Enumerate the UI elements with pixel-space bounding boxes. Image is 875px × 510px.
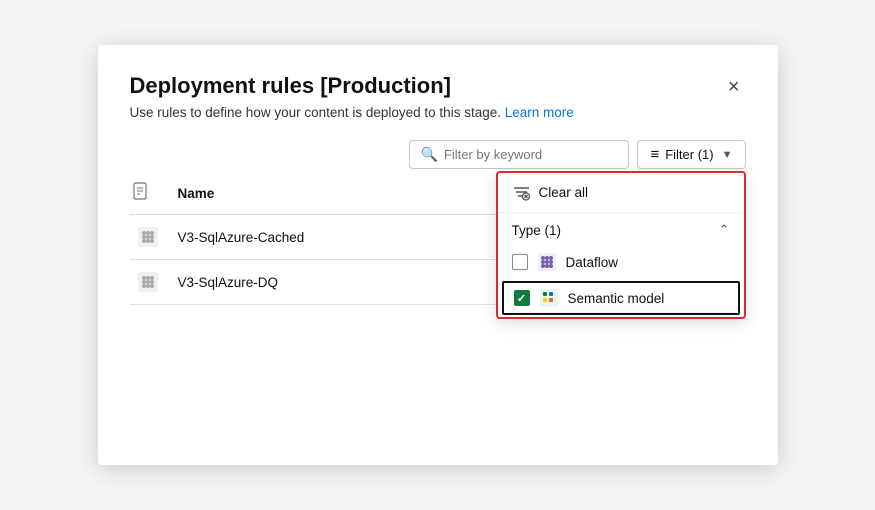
filter-lines-icon: ≡: [650, 146, 659, 163]
dataflow-icon: [538, 253, 556, 271]
dataflow-option[interactable]: Dataflow: [498, 245, 744, 279]
semantic-model-option[interactable]: Semantic model: [502, 281, 740, 315]
chevron-down-icon: ▼: [722, 149, 733, 161]
grid-icon: [138, 272, 158, 292]
search-box: 🔍: [409, 140, 629, 169]
deployment-rules-dialog: Deployment rules [Production] × Use rule…: [98, 45, 778, 465]
semantic-model-icon: [540, 289, 558, 307]
type-section-header: Type (1) ⌃: [498, 213, 744, 245]
chevron-up-icon[interactable]: ⌃: [719, 222, 730, 238]
clear-all-label: Clear all: [539, 185, 589, 200]
dataflow-checkbox[interactable]: [512, 254, 528, 270]
file-icon: [130, 181, 150, 201]
filter-button[interactable]: ≡ Filter (1) ▼: [637, 140, 745, 169]
dialog-header: Deployment rules [Production] ×: [130, 73, 746, 99]
semantic-model-label: Semantic model: [568, 291, 665, 306]
filter-button-label: Filter (1): [665, 147, 713, 162]
learn-more-link[interactable]: Learn more: [505, 105, 574, 120]
semantic-model-checkbox[interactable]: [514, 290, 530, 306]
dataflow-label: Dataflow: [566, 255, 619, 270]
dialog-subtitle: Use rules to define how your content is …: [130, 105, 746, 120]
filter-dropdown-panel: Clear all Type (1) ⌃: [496, 171, 746, 319]
clear-all-icon: [512, 183, 531, 202]
dialog-title: Deployment rules [Production]: [130, 73, 451, 99]
row-2-icon: [130, 272, 166, 292]
row-1-icon: [130, 227, 166, 247]
type-section-label: Type (1): [512, 223, 562, 238]
close-button[interactable]: ×: [722, 75, 746, 99]
col-icon-header: [130, 181, 166, 206]
search-icon: 🔍: [420, 146, 437, 163]
search-input[interactable]: [444, 147, 619, 162]
toolbar-row: 🔍 ≡ Filter (1) ▼: [130, 140, 746, 169]
grid-icon: [138, 227, 158, 247]
clear-all-option[interactable]: Clear all: [498, 173, 744, 213]
